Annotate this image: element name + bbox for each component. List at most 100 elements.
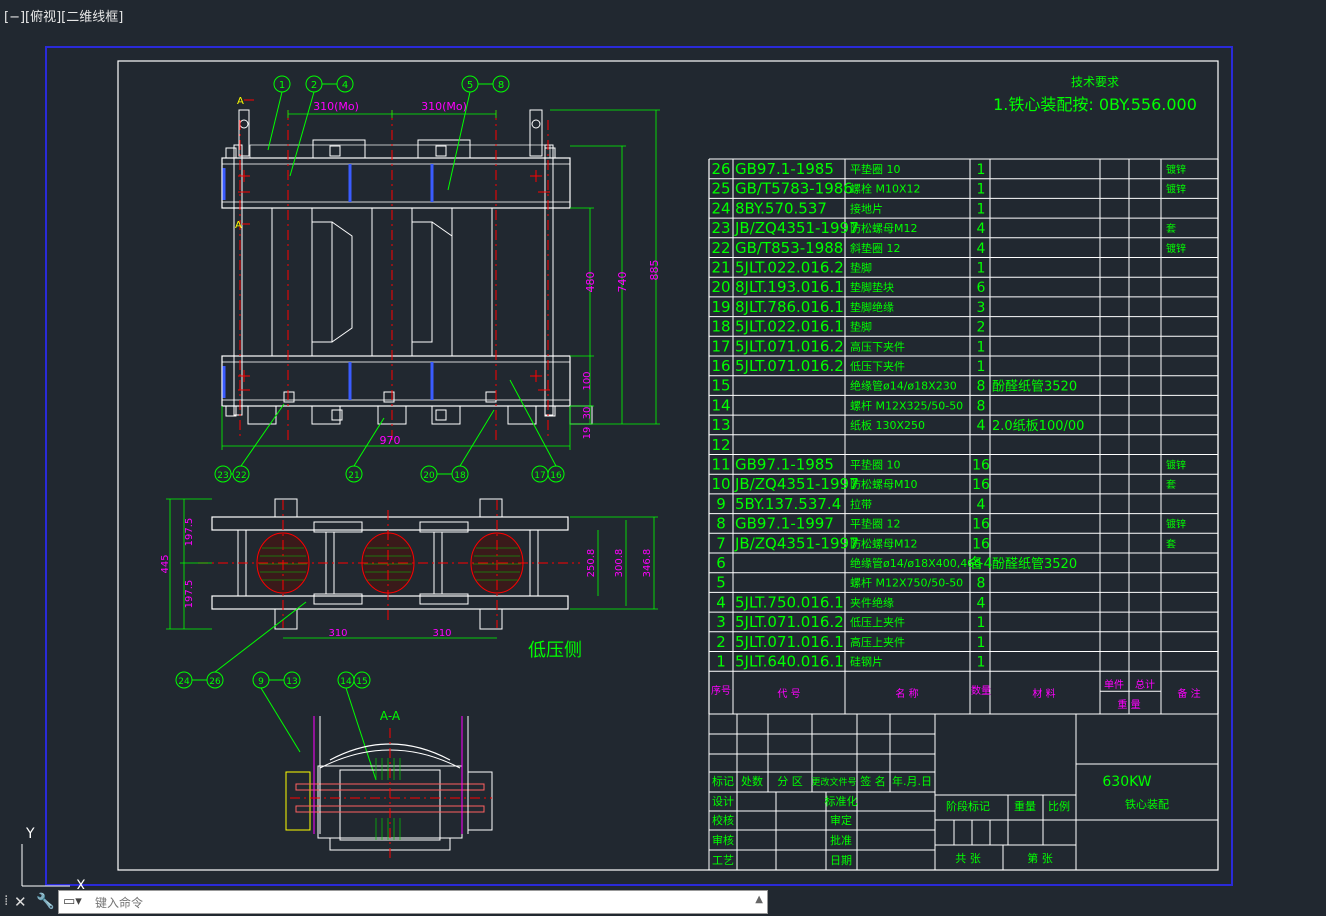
tb-riqi: 日期 bbox=[830, 854, 852, 867]
bom-cell-name: 螺杆 M12X325/50-50 bbox=[850, 398, 963, 412]
bom-cell-code: 5JLT.071.016.1 bbox=[735, 633, 844, 651]
bom-cell-no: 24 bbox=[711, 199, 730, 217]
dim-30: 30 bbox=[582, 407, 593, 420]
bom-cell-note: 镀锌 bbox=[1166, 163, 1186, 176]
bom-cell-qty: 8 bbox=[977, 398, 986, 414]
balloon-4: 4 bbox=[342, 80, 348, 91]
bom-cell-name: 拉带 bbox=[850, 497, 872, 511]
bom-cell-no: 15 bbox=[711, 377, 730, 395]
balloon-26: 26 bbox=[209, 677, 221, 687]
bom-cell-name: 螺栓 M10X12 bbox=[850, 182, 921, 196]
balloon-1: 1 bbox=[279, 80, 285, 91]
bom-cell-name: 垫脚 bbox=[850, 320, 872, 334]
bom-cell-name: 平垫圈 10 bbox=[850, 162, 901, 176]
bom-cell-no: 8 bbox=[716, 515, 726, 533]
bom-cell-name: 夹件绝缘 bbox=[850, 595, 894, 609]
view-marker-a-top: A bbox=[237, 96, 244, 107]
bom-header: 序号 代 号 名 称 数量 材 料 单件 总计 重 量 备 注 bbox=[711, 678, 1201, 711]
bom-cell-code: 8JLT.786.016.1 bbox=[735, 298, 844, 316]
bom-cell-qty: 3 bbox=[977, 300, 986, 316]
bom-cell-name: 低压下夹件 bbox=[850, 360, 905, 373]
tb-genggai: 更改文件号 bbox=[811, 776, 856, 788]
bom-cell-qty: 16 bbox=[972, 458, 990, 474]
command-prompt-icon[interactable]: ▭▾ bbox=[63, 894, 82, 909]
bom-cell-qty: 16 bbox=[972, 477, 990, 493]
cad-drawing-canvas[interactable]: 技术要求 1.铁心装配按: 0BY.556.000 A A 310(Mo) 31… bbox=[0, 0, 1326, 890]
command-history-arrow-icon[interactable]: ▲ bbox=[755, 894, 763, 905]
bom-cell-code: 5JLT.022.016.2 bbox=[735, 259, 844, 277]
tech-req-line1: 1.铁心装配按: 0BY.556.000 bbox=[993, 95, 1197, 114]
bom-cell-code: JB/ZQ4351-1997 bbox=[734, 219, 859, 237]
bom-cell-no: 13 bbox=[711, 416, 730, 434]
bom-cell-qty: 各4 bbox=[970, 556, 993, 572]
bom-cell-qty: 16 bbox=[972, 517, 990, 533]
balloon-17: 17 bbox=[534, 471, 545, 481]
dim-885: 885 bbox=[648, 260, 661, 281]
grip-handle-icon[interactable]: ⁞ bbox=[4, 893, 8, 909]
low-voltage-side-label: 低压侧 bbox=[528, 640, 582, 661]
bom-cell-name: 垫脚垫块 bbox=[850, 280, 894, 294]
dim-100: 100 bbox=[582, 371, 593, 390]
tb-biaoji: 标记 bbox=[712, 774, 734, 788]
bom-cell-name: 防松螺母M10 bbox=[850, 477, 918, 491]
bom-cell-no: 22 bbox=[711, 239, 730, 257]
balloon-20: 20 bbox=[423, 471, 435, 481]
bom-h-unit: 单件 bbox=[1104, 679, 1124, 691]
bom-cell-qty: 4 bbox=[977, 241, 986, 257]
tb-nyr: 年.月.日 bbox=[892, 774, 932, 788]
bom-cell-material: 酚醛纸管3520 bbox=[992, 379, 1077, 395]
tb-shending: 审定 bbox=[830, 813, 852, 827]
view-marker-a-mid: A bbox=[235, 220, 242, 231]
bom-cell-qty: 1 bbox=[977, 359, 986, 375]
bom-cell-code: GB97.1-1997 bbox=[735, 515, 834, 533]
tb-di: 第 张 bbox=[1027, 851, 1053, 865]
bom-cell-code: 5JLT.640.016.1 bbox=[735, 653, 844, 671]
bom-cell-name: 垫脚绝缘 bbox=[850, 300, 894, 314]
bom-cell-no: 20 bbox=[711, 278, 730, 296]
bom-cell-code: 5JLT.071.016.2 bbox=[735, 357, 844, 375]
dim-445: 445 bbox=[160, 554, 171, 573]
tb-shenhe: 审核 bbox=[712, 833, 734, 847]
balloon-21: 21 bbox=[348, 471, 359, 481]
bom-cell-qty: 1 bbox=[977, 635, 986, 651]
bom-cell-name: 接地片 bbox=[850, 202, 883, 215]
dim-300: 300.8 bbox=[614, 549, 625, 578]
bom-cell-no: 14 bbox=[711, 396, 730, 414]
tech-req-title: 技术要求 bbox=[1071, 75, 1119, 89]
dim-197-b: 197.5 bbox=[184, 580, 195, 609]
balloon-24: 24 bbox=[178, 677, 190, 687]
balloon-13: 13 bbox=[286, 677, 297, 687]
balloon-9: 9 bbox=[258, 677, 264, 687]
bom-cell-no: 26 bbox=[711, 160, 730, 178]
bom-cell-name: 绝缘管ø14/ø18X400,460 bbox=[850, 556, 981, 570]
tb-zhongliang: 重量 bbox=[1014, 799, 1036, 813]
bom-cell-qty: 16 bbox=[972, 536, 990, 552]
balloon-22: 22 bbox=[235, 471, 246, 481]
bom-cell-qty: 1 bbox=[977, 339, 986, 355]
tb-sheji: 设计 bbox=[712, 795, 734, 808]
bom-cell-name: 螺杆 M12X750/50-50 bbox=[850, 576, 963, 590]
bom-cell-no: 16 bbox=[711, 357, 730, 375]
bom-cell-qty: 8 bbox=[977, 576, 986, 592]
bom-cell-qty: 4 bbox=[977, 497, 986, 513]
balloon-23: 23 bbox=[217, 471, 228, 481]
balloon-5: 5 bbox=[467, 80, 473, 91]
tb-bili: 比例 bbox=[1048, 799, 1070, 813]
bom-cell-name: 高压下夹件 bbox=[850, 339, 905, 353]
tb-drawing-name: 铁心装配 bbox=[1125, 798, 1169, 811]
close-icon[interactable]: ✕ bbox=[14, 893, 27, 911]
bom-cell-no: 23 bbox=[711, 219, 730, 237]
title-block-grid bbox=[708, 713, 1219, 871]
tb-product: 630KW bbox=[1102, 774, 1151, 790]
dim-250: 250.8 bbox=[586, 549, 597, 578]
bom-cell-qty: 4 bbox=[977, 595, 986, 611]
bom-cell-no: 6 bbox=[716, 554, 726, 572]
command-input[interactable] bbox=[93, 893, 747, 913]
balloons-bottom bbox=[214, 379, 565, 483]
wrench-icon[interactable]: 🔧 bbox=[36, 892, 55, 910]
bom-cell-material: 酚醛纸管3520 bbox=[992, 556, 1077, 572]
ucs-y-label: Y bbox=[25, 826, 35, 842]
bom-cell-name: 硅钢片 bbox=[850, 656, 883, 669]
plan-view bbox=[198, 498, 580, 630]
balloon-16: 16 bbox=[550, 471, 562, 481]
